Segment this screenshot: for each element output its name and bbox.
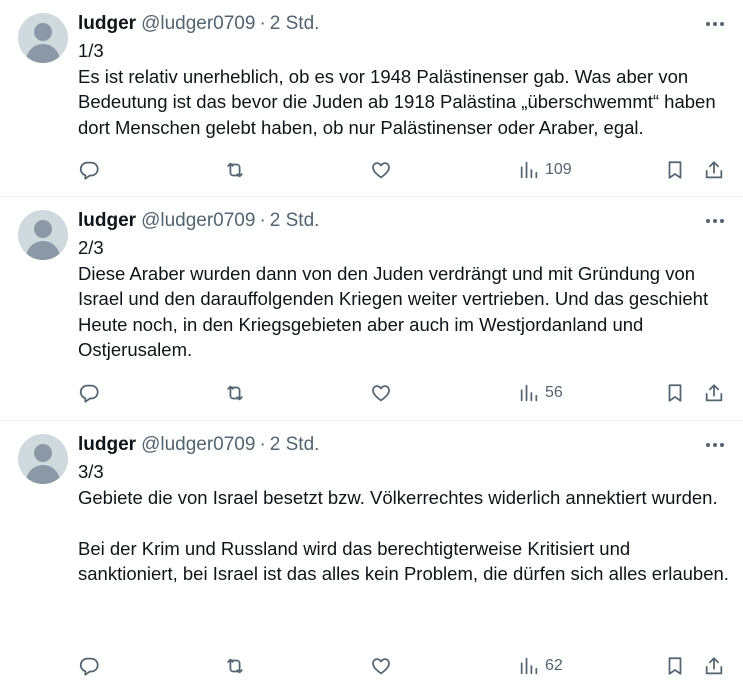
separator-dot: · [259, 210, 266, 231]
share-icon [705, 161, 723, 179]
share-button[interactable] [703, 378, 725, 408]
like-button[interactable] [370, 378, 392, 408]
like-button[interactable] [370, 155, 392, 185]
bookmark-button[interactable] [664, 155, 686, 185]
views-icon [520, 161, 538, 179]
views-button[interactable]: 62 [518, 651, 563, 681]
tweet-actions: 56 [0, 378, 743, 408]
retweet-icon [227, 658, 243, 674]
retweet-button[interactable] [224, 651, 246, 681]
timeline: ludger @ludger0709 · 2 Std. 1/3 Es ist r… [0, 0, 743, 686]
views-count: 62 [545, 657, 563, 674]
tweet-content: ludger @ludger0709 · 2 Std. 1/3 Es ist r… [78, 12, 729, 140]
more-icon[interactable] [701, 12, 729, 36]
avatar[interactable] [18, 210, 68, 260]
tweet[interactable]: ludger @ludger0709 · 2 Std. 3/3 Gebiete … [0, 421, 743, 686]
views-icon [520, 657, 538, 675]
retweet-icon [227, 385, 243, 401]
author-handle[interactable]: @ludger0709 [141, 210, 255, 232]
author-handle[interactable]: @ludger0709 [141, 434, 255, 456]
more-icon[interactable] [701, 209, 729, 233]
author-handle[interactable]: @ludger0709 [141, 13, 255, 35]
tweet-text: 2/3 Diese Araber wurden dann von den Jud… [78, 237, 709, 360]
tweet-content: ludger @ludger0709 · 2 Std. 2/3 Diese Ar… [78, 209, 729, 363]
reply-icon [79, 657, 99, 676]
views-count: 56 [545, 384, 563, 401]
tweet[interactable]: ludger @ludger0709 · 2 Std. 2/3 Diese Ar… [0, 197, 743, 421]
views-count: 109 [545, 161, 572, 178]
timestamp[interactable]: 2 Std. [270, 434, 320, 456]
retweet-icon [227, 162, 243, 178]
views-icon [520, 384, 538, 402]
views-button[interactable]: 56 [518, 378, 563, 408]
reply-button[interactable] [78, 378, 100, 408]
tweet[interactable]: ludger @ludger0709 · 2 Std. 1/3 Es ist r… [0, 0, 743, 197]
tweet-header: ludger @ludger0709 · 2 Std. [78, 209, 729, 233]
retweet-button[interactable] [224, 378, 246, 408]
retweet-button[interactable] [224, 155, 246, 185]
bookmark-icon [668, 384, 682, 402]
timestamp[interactable]: 2 Std. [270, 210, 320, 232]
bookmark-icon [668, 161, 682, 179]
tweet-text: 1/3 Es ist relativ unerheblich, ob es vo… [78, 40, 716, 138]
author-name[interactable]: ludger [78, 434, 136, 456]
heart-icon [372, 385, 390, 402]
author-name[interactable]: ludger [78, 13, 136, 35]
heart-icon [372, 658, 390, 675]
share-button[interactable] [703, 651, 725, 681]
avatar[interactable] [18, 434, 68, 484]
tweet-actions: 109 [0, 155, 743, 185]
bookmark-button[interactable] [664, 651, 686, 681]
reply-icon [79, 161, 99, 180]
separator-dot: · [259, 434, 266, 455]
views-button[interactable]: 109 [518, 155, 572, 185]
timestamp[interactable]: 2 Std. [270, 13, 320, 35]
reply-icon [79, 384, 99, 403]
reply-button[interactable] [78, 651, 100, 681]
bookmark-button[interactable] [664, 378, 686, 408]
bookmark-icon [668, 657, 682, 675]
heart-icon [372, 162, 390, 179]
share-icon [705, 384, 723, 402]
tweet-actions: 62 [0, 651, 743, 681]
tweet-header: ludger @ludger0709 · 2 Std. [78, 12, 729, 36]
separator-dot: · [259, 13, 266, 34]
share-icon [705, 657, 723, 675]
share-button[interactable] [703, 155, 725, 185]
author-name[interactable]: ludger [78, 210, 136, 232]
like-button[interactable] [370, 651, 392, 681]
tweet-text: 3/3 Gebiete die von Israel besetzt bzw. … [78, 461, 729, 584]
avatar[interactable] [18, 13, 68, 63]
tweet-header: ludger @ludger0709 · 2 Std. [78, 433, 729, 457]
more-icon[interactable] [701, 433, 729, 457]
tweet-content: ludger @ludger0709 · 2 Std. 3/3 Gebiete … [78, 433, 729, 587]
reply-button[interactable] [78, 155, 100, 185]
